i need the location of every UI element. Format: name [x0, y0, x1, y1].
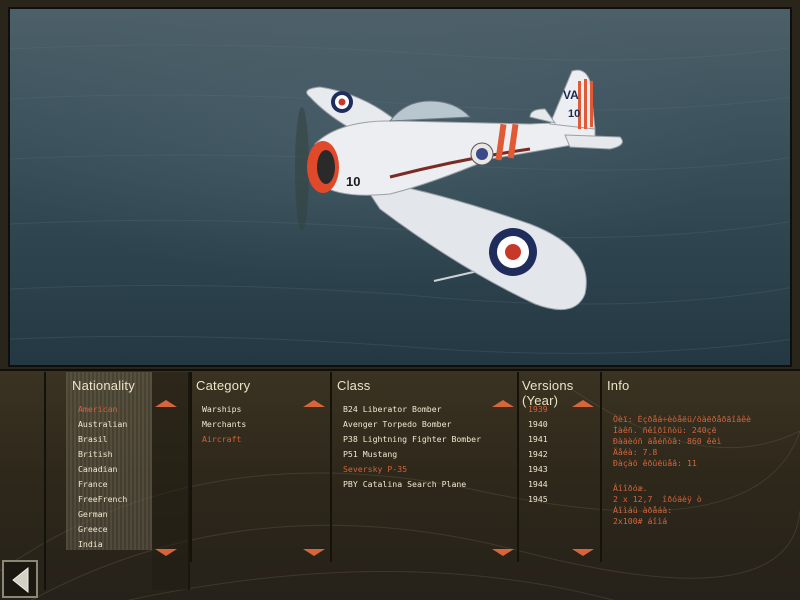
version-item[interactable]: 1943 — [528, 462, 548, 477]
version-item[interactable]: 1945 — [528, 492, 548, 507]
version-item[interactable]: 1944 — [528, 477, 548, 492]
class-item[interactable]: P38 Lightning Fighter Bomber — [343, 432, 481, 447]
class-item[interactable]: Avenger Torpedo Bomber — [343, 417, 481, 432]
versions-scroll-down-arrow[interactable] — [572, 549, 594, 556]
nationality-scroll-up-arrow[interactable] — [155, 400, 177, 407]
info-title: Info — [607, 378, 630, 393]
version-item[interactable]: 1941 — [528, 432, 548, 447]
category-item[interactable]: Warships — [202, 402, 246, 417]
class-item[interactable]: B24 Liberator Bomber — [343, 402, 481, 417]
nationality-item[interactable]: Brasil — [78, 432, 127, 447]
info-text: Òèï: Èçðåá÷èòåëü/öàëðåðãîâêè Ìàêñ. ñêîðîñ… — [613, 414, 793, 527]
nationality-item[interactable]: Greece — [78, 522, 127, 537]
info-line: Ðàçàõ êðûëüåâ: 11 — [613, 458, 697, 468]
propeller — [295, 107, 309, 231]
tail-number: 10 — [568, 108, 580, 120]
version-item[interactable]: 1942 — [528, 447, 548, 462]
class-title: Class — [337, 378, 371, 393]
info-line: Äåéà: 7.8 — [613, 447, 658, 457]
info-line: Áîìáû àðåáà: — [613, 505, 673, 515]
category-scroll-up-arrow[interactable] — [303, 400, 325, 407]
cowling-number: 10 — [346, 174, 360, 189]
info-line: 2 x 12,7 îðóäèÿ ò — [613, 494, 702, 504]
divider — [517, 372, 519, 562]
category-item[interactable]: Merchants — [202, 417, 246, 432]
nationality-item[interactable]: Canadian — [78, 462, 127, 477]
nationality-item[interactable]: German — [78, 507, 127, 522]
divider — [600, 372, 602, 562]
category-item[interactable]: Aircraft — [202, 432, 246, 447]
aircraft-3d-viewport[interactable]: 10 VA 10 — [8, 7, 792, 367]
version-item[interactable]: 1940 — [528, 417, 548, 432]
chevron-left-icon — [12, 567, 29, 593]
nationality-item[interactable]: FreeFrench — [78, 492, 127, 507]
info-line: Òèï: Èçðåá÷èòåëü/öàëðåðãîâêè — [613, 414, 752, 424]
nationality-item[interactable]: British — [78, 447, 127, 462]
nationality-item[interactable]: Australian — [78, 417, 127, 432]
info-line: Âîîðóæ. — [613, 483, 648, 493]
versions-scroll-up-arrow[interactable] — [572, 400, 594, 407]
category-title: Category — [196, 378, 251, 393]
nationality-title: Nationality — [72, 378, 135, 393]
info-line: Ìàêñ. ñêîðîñòü: 240çë — [613, 425, 717, 435]
divider — [330, 372, 332, 562]
category-column: Category Warships Merchants Aircraft — [194, 370, 328, 560]
tail-code: VA — [563, 88, 579, 102]
class-item[interactable]: Seversky P-35 — [343, 462, 481, 477]
info-line: Ðàäèóñ äåéñòâ: 860 êëì — [613, 436, 722, 446]
class-item[interactable]: P51 Mustang — [343, 447, 481, 462]
class-item[interactable]: PBY Catalina Search Plane — [343, 477, 481, 492]
aircraft-model: 10 VA 10 — [295, 69, 623, 311]
class-scroll-down-arrow[interactable] — [492, 549, 514, 556]
divider — [190, 372, 192, 562]
nationality-item[interactable]: India — [78, 537, 127, 552]
nationality-list: American Australian Brasil British Canadian F… — [78, 402, 127, 552]
class-column: Class B24 Liberator Bomber Avenger Torped… — [335, 370, 515, 560]
info-line: 2x100# áîìá — [613, 516, 668, 526]
class-list: B24 Liberator Bomber Avenger Torpedo Bomb… — [343, 402, 481, 492]
category-list: Warships Merchants Aircraft — [202, 402, 246, 447]
versions-column: Versions (Year) 1939 1940 1941 1942 1943 1944… — [520, 370, 598, 560]
nationality-item[interactable]: American — [78, 402, 127, 417]
category-scroll-down-arrow[interactable] — [303, 549, 325, 556]
nationality-column: Nationality American Australian Brasil Brit… — [70, 370, 152, 560]
versions-list: 1939 1940 1941 1942 1943 1944 1945 — [528, 402, 548, 507]
nationality-item[interactable]: France — [78, 477, 127, 492]
back-button[interactable] — [2, 560, 38, 598]
version-item[interactable]: 1939 — [528, 402, 548, 417]
class-scroll-up-arrow[interactable] — [492, 400, 514, 407]
nationality-scroll-down-arrow[interactable] — [155, 549, 177, 556]
